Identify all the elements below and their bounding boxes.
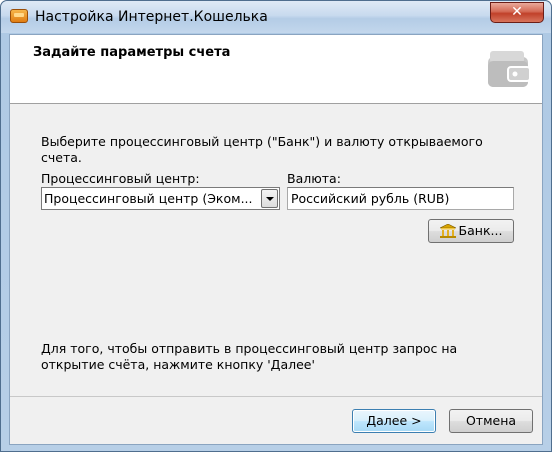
title-bar[interactable]: Настройка Интернет.Кошелька ✕ xyxy=(1,1,551,33)
bank-button[interactable]: Банк... xyxy=(428,219,514,243)
currency-value: Российский рубль (RUB) xyxy=(291,191,450,206)
processing-center-select[interactable]: Процессинговый центр (Эком... xyxy=(41,187,280,210)
processing-center-value: Процессинговый центр (Эком... xyxy=(44,191,253,206)
bank-icon xyxy=(439,224,456,238)
bank-button-label: Банк... xyxy=(458,223,503,238)
wallet-app-icon xyxy=(10,9,28,23)
window-title: Настройка Интернет.Кошелька xyxy=(35,9,268,25)
wallet-icon xyxy=(488,51,531,87)
dialog-body: Задайте параметры счета Выберите процесс… xyxy=(9,34,543,445)
wizard-step-title: Задайте параметры счета xyxy=(33,45,231,60)
instruction-text: Выберите процессинговый центр ("Банк") и… xyxy=(41,134,483,165)
cancel-button-label: Отмена xyxy=(465,413,517,428)
chevron-down-icon[interactable] xyxy=(261,189,278,208)
currency-label: Валюта: xyxy=(287,171,341,186)
cancel-button[interactable]: Отмена xyxy=(449,409,533,433)
next-button[interactable]: Далее > xyxy=(352,409,436,433)
footer-divider xyxy=(10,396,542,397)
wizard-header: Задайте параметры счета xyxy=(10,35,542,104)
currency-field[interactable]: Российский рубль (RUB) xyxy=(287,187,514,210)
hint-text: Для того, чтобы отправить в процессингов… xyxy=(41,341,458,372)
next-button-label: Далее > xyxy=(366,413,422,428)
close-button[interactable]: ✕ xyxy=(490,2,544,23)
close-icon: ✕ xyxy=(511,4,523,20)
dialog-window: Настройка Интернет.Кошелька ✕ Задайте па… xyxy=(0,0,552,452)
processing-center-label: Процессинговый центр: xyxy=(41,171,200,186)
